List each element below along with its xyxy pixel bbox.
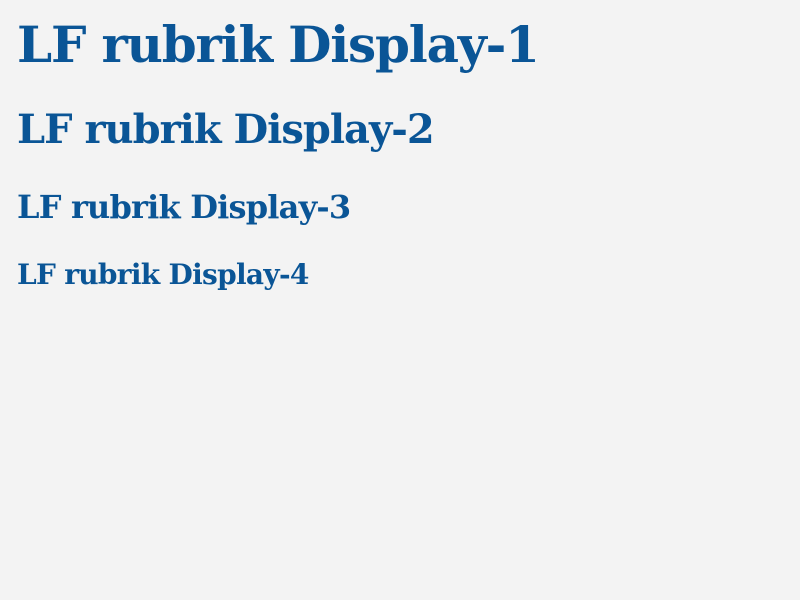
- display-3-heading: LF rubrik Display-3: [17, 188, 351, 226]
- display-4-heading: LF rubrik Display-4: [17, 258, 309, 291]
- display-2-heading: LF rubrik Display-2: [17, 106, 435, 153]
- page: LF rubrik Display-1 LF rubrik Display-2 …: [0, 0, 800, 600]
- display-1-heading: LF rubrik Display-1: [17, 15, 540, 74]
